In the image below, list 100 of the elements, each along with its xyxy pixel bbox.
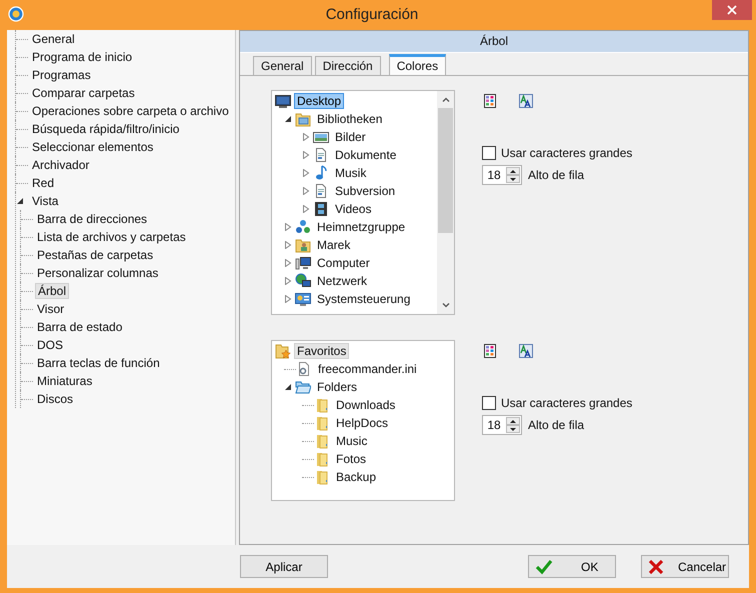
tree-item[interactable]: Backup (333, 469, 380, 485)
tree-item[interactable]: Netzwerk (314, 273, 370, 289)
expand-arrow-icon[interactable] (302, 151, 310, 159)
tree-item[interactable]: Music (333, 433, 370, 449)
tree-item[interactable]: Comparar carpetas (30, 85, 137, 101)
expand-arrow-icon[interactable] (302, 169, 310, 177)
spin-down-button[interactable] (506, 425, 520, 433)
globe-monitor-icon (295, 273, 311, 289)
tree-item[interactable]: Red (30, 175, 56, 191)
tree-item[interactable]: Systemsteuerung (314, 291, 414, 307)
expand-arrow-icon[interactable] (284, 259, 292, 267)
network-icon (295, 219, 311, 235)
color-palette-icon[interactable] (484, 344, 496, 358)
window-title: Configuración (324, 6, 420, 22)
checkbox-label: Usar caracteres grandes (501, 396, 632, 410)
film-icon (313, 201, 329, 217)
tree-item[interactable]: General (30, 31, 77, 47)
cancel-button[interactable]: Cancelar (641, 555, 729, 578)
expand-arrow-icon[interactable] (284, 277, 292, 285)
row-height-spinner[interactable]: 18 (482, 415, 522, 435)
row-height-spinner[interactable]: 18 (482, 165, 522, 185)
tree-item[interactable]: Seleccionar elementos (30, 139, 156, 155)
scrollbar-thumb[interactable] (438, 108, 453, 233)
tree-item[interactable]: Programa de inicio (30, 49, 134, 65)
tree-item[interactable]: Computer (314, 255, 373, 271)
tree-item[interactable]: DOS (35, 337, 66, 353)
tree-item[interactable]: Barra de direcciones (35, 211, 150, 227)
tree-item[interactable]: Bilder (332, 129, 369, 145)
close-icon (648, 558, 664, 574)
scrollbar[interactable] (437, 91, 454, 314)
folder-icon (314, 415, 330, 431)
tree-item[interactable]: Heimnetzgruppe (314, 219, 408, 235)
tree-item[interactable]: Downloads (333, 397, 398, 413)
tree-item[interactable]: Miniaturas (35, 373, 94, 389)
tree-item[interactable]: Vista (30, 193, 60, 209)
expand-arrow-icon[interactable] (302, 133, 310, 141)
tab[interactable]: Dirección (314, 56, 381, 75)
spin-down-button[interactable] (506, 175, 520, 183)
user-folder-icon (295, 237, 311, 253)
expand-arrow-icon[interactable] (284, 241, 292, 249)
folder-tree[interactable]: Favoritos freecommander.ini Folders Downloads HelpDocs Music Fotos Backup (271, 340, 455, 501)
close-icon (727, 5, 737, 15)
tree-item[interactable]: Árbol (35, 283, 70, 299)
tree-item[interactable]: Musik (332, 165, 370, 181)
font-icon[interactable] (519, 344, 533, 358)
folder-icon (314, 451, 330, 467)
tree-item[interactable]: Marek (314, 237, 354, 253)
tree-item[interactable]: Personalizar columnas (35, 265, 160, 281)
tree-item[interactable]: Videos (332, 201, 374, 217)
tab[interactable]: General (253, 56, 312, 75)
tree-item[interactable]: freecommander.ini (315, 361, 420, 377)
expand-arrow-icon[interactable] (302, 205, 310, 213)
checkbox[interactable] (482, 396, 496, 410)
folder-tree[interactable]: Desktop Bibliotheken Bilder Dokumente Musik Subversion Videos Heimnetzgruppe Marek Computer Netzwerk Systemsteuerung (271, 90, 455, 315)
tree-item[interactable]: Bibliotheken (314, 111, 386, 127)
folder-icon (314, 397, 330, 413)
color-palette-icon[interactable] (484, 94, 496, 108)
library-folder-icon (295, 111, 311, 127)
tree-item[interactable]: Desktop (294, 93, 344, 109)
tree-item[interactable]: Pestañas de carpetas (35, 247, 156, 263)
spinner-label: Alto de fila (528, 418, 584, 432)
tree-item[interactable]: Favoritos (294, 343, 350, 359)
spin-up-button[interactable] (506, 417, 520, 425)
collapse-arrow-icon[interactable] (284, 115, 292, 123)
tree-item[interactable]: Búsqueda rápida/filtro/inicio (30, 121, 182, 137)
monitor-icon (275, 93, 291, 109)
close-button[interactable] (712, 0, 752, 20)
tree-item[interactable]: Archivador (30, 157, 92, 173)
tree-item[interactable]: Programas (30, 67, 93, 83)
tree-item[interactable]: Folders (314, 379, 360, 395)
tree-item[interactable]: Barra de estado (35, 319, 124, 335)
checkbox-label: Usar caracteres grandes (501, 146, 632, 160)
spin-up-button[interactable] (506, 167, 520, 175)
spinner-label: Alto de fila (528, 168, 584, 182)
collapse-arrow-icon[interactable] (16, 197, 24, 205)
check-icon (535, 558, 553, 574)
tab[interactable]: Colores (388, 54, 446, 75)
tree-item[interactable]: Subversion (332, 183, 398, 199)
ok-button[interactable]: OK (528, 555, 616, 578)
tree-item[interactable]: HelpDocs (333, 415, 392, 431)
expand-arrow-icon[interactable] (302, 187, 310, 195)
tree-item[interactable]: Lista de archivos y carpetas (35, 229, 188, 245)
tree-item[interactable]: Operaciones sobre carpeta o archivo (30, 103, 231, 119)
tree-item[interactable]: Discos (35, 391, 76, 407)
expand-arrow-icon[interactable] (284, 295, 292, 303)
open-folder-icon (295, 379, 311, 395)
collapse-arrow-icon[interactable] (284, 383, 292, 391)
apply-button[interactable]: Aplicar (240, 555, 328, 578)
expand-arrow-icon[interactable] (284, 223, 292, 231)
star-folder-icon (275, 343, 291, 359)
font-icon[interactable] (519, 94, 533, 108)
picture-icon (313, 129, 329, 145)
app-icon (8, 6, 24, 22)
computer-icon (295, 255, 311, 271)
panel-header: Árbol (240, 31, 748, 53)
tree-item[interactable]: Barra teclas de función (35, 355, 162, 371)
tree-item[interactable]: Visor (35, 301, 66, 317)
tree-item[interactable]: Fotos (333, 451, 370, 467)
tree-item[interactable]: Dokumente (332, 147, 400, 163)
checkbox[interactable] (482, 146, 496, 160)
